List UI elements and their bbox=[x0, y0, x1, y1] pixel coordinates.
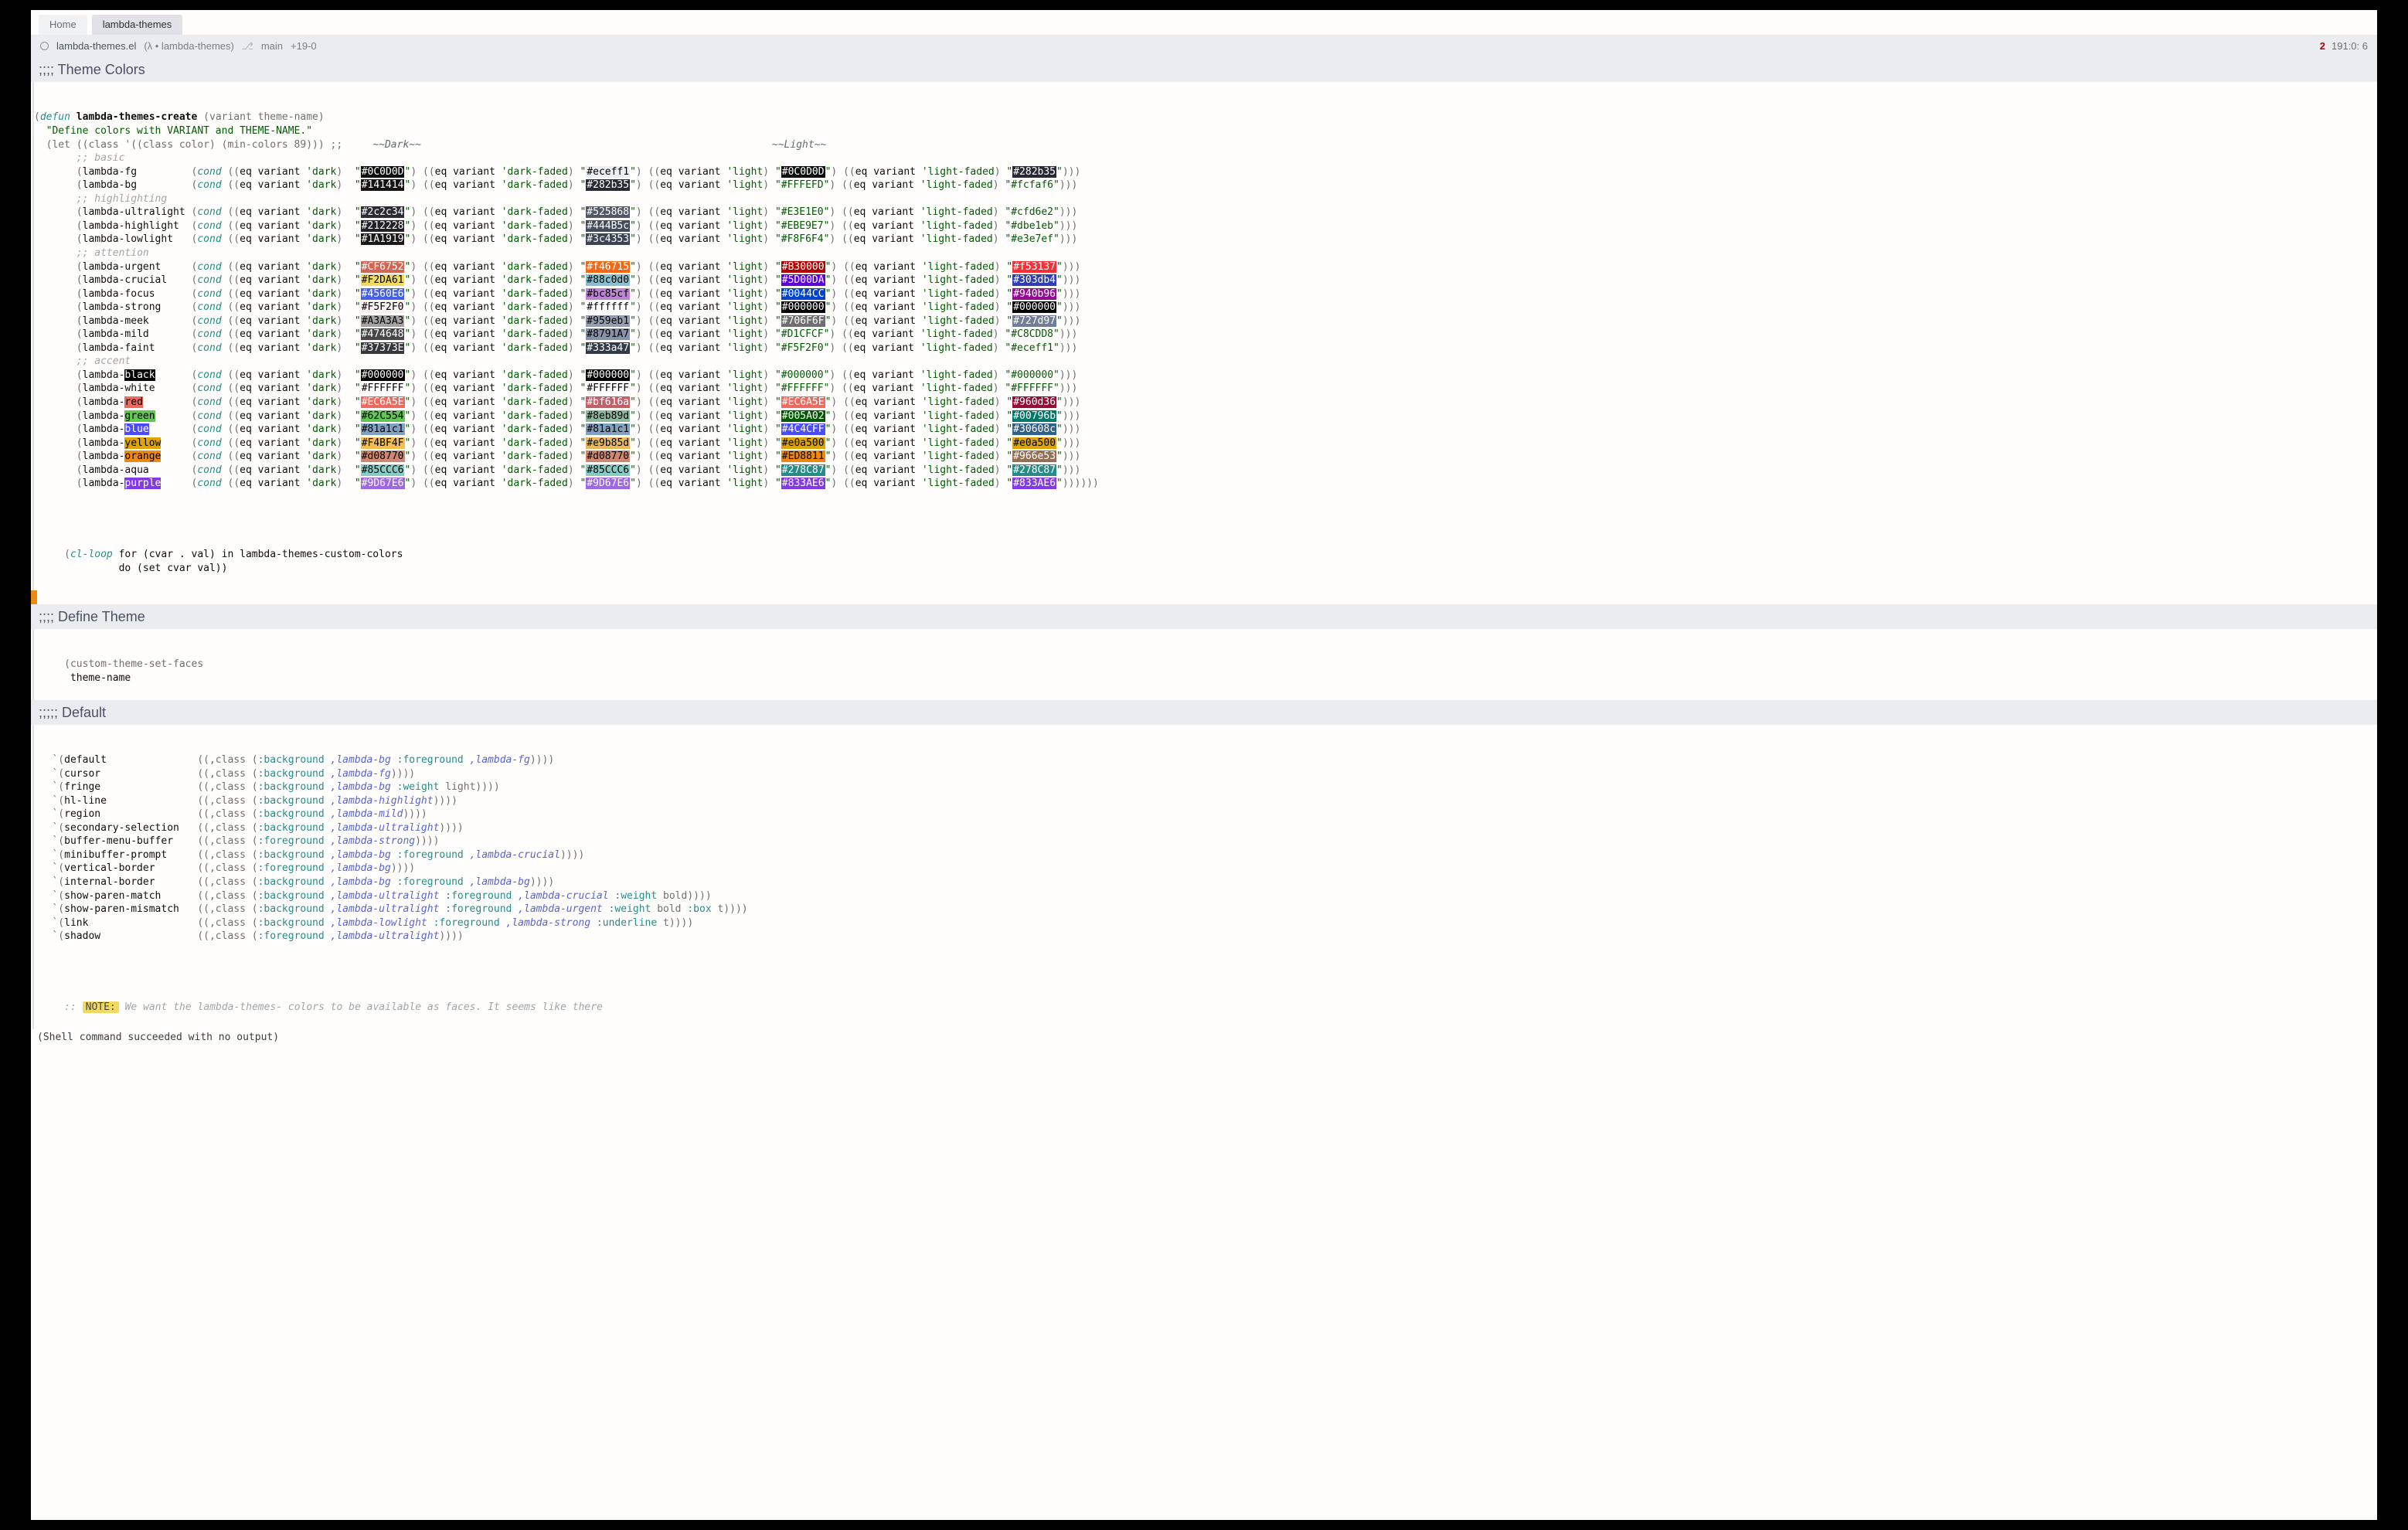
echo-area: (Shell command succeeded with no output) bbox=[31, 1029, 2377, 1046]
code-cl-loop[interactable]: (cl-loop for (cvar . val) in lambda-them… bbox=[31, 519, 2377, 590]
paren-open: ( bbox=[64, 549, 70, 560]
cl-loop-body-1: for (cvar . val) in lambda-themes-custom… bbox=[113, 549, 403, 560]
breadcrumb: lambda-themes.el (λ • lambda-themes)⎇mai… bbox=[31, 35, 2377, 58]
code-custom-theme[interactable]: (custom-theme-set-faces theme-name bbox=[31, 629, 2377, 700]
code-faces[interactable]: `(default ((,class (:background ,lambda-… bbox=[31, 725, 2377, 972]
section-theme-colors: ;;;; Theme Colors bbox=[31, 57, 2377, 82]
note-text: We want the lambda-themes- colors to be … bbox=[119, 1001, 603, 1013]
defun-args: (variant theme-name) bbox=[203, 111, 325, 123]
breadcrumb-diff: +19-0 bbox=[291, 39, 317, 53]
note-prefix: :: bbox=[64, 1001, 82, 1013]
code-colors[interactable]: (defun lambda-themes-create (variant the… bbox=[31, 82, 2377, 519]
defun-keyword: defun bbox=[40, 111, 70, 123]
tab-home[interactable]: Home bbox=[39, 15, 87, 35]
tab-lambda-themes[interactable]: lambda-themes bbox=[92, 15, 183, 35]
code-note[interactable]: :: NOTE: We want the lambda-themes- colo… bbox=[31, 972, 2377, 1029]
tab-bar: Home lambda-themes bbox=[31, 10, 2377, 35]
defun-name: lambda-themes-create bbox=[77, 111, 198, 123]
cl-loop-body-2: do (set cvar val)) bbox=[64, 563, 227, 574]
section-default: ;;;;; Default bbox=[31, 700, 2377, 725]
theme-name-var: theme-name bbox=[64, 672, 131, 684]
section-define-theme: ;;;; Define Theme bbox=[31, 604, 2377, 629]
error-count: 2 bbox=[2320, 39, 2325, 53]
breadcrumb-branch: main bbox=[261, 39, 283, 53]
docstring: "Define colors with VARIANT and THEME-NA… bbox=[46, 125, 312, 137]
cursor-line[interactable] bbox=[31, 590, 2377, 604]
cl-loop-keyword: cl-loop bbox=[70, 549, 113, 560]
breadcrumb-file: lambda-themes.el bbox=[56, 39, 136, 53]
cursor-position: 191:0: 6 bbox=[2331, 39, 2368, 53]
note-badge: NOTE: bbox=[83, 1001, 119, 1013]
editor-frame: Home lambda-themes lambda-themes.el (λ •… bbox=[31, 10, 2377, 1520]
circle-icon bbox=[40, 42, 49, 50]
custom-theme-set-faces: (custom-theme-set-faces bbox=[64, 658, 203, 670]
breadcrumb-symbol: (λ • lambda-themes) bbox=[144, 39, 234, 53]
